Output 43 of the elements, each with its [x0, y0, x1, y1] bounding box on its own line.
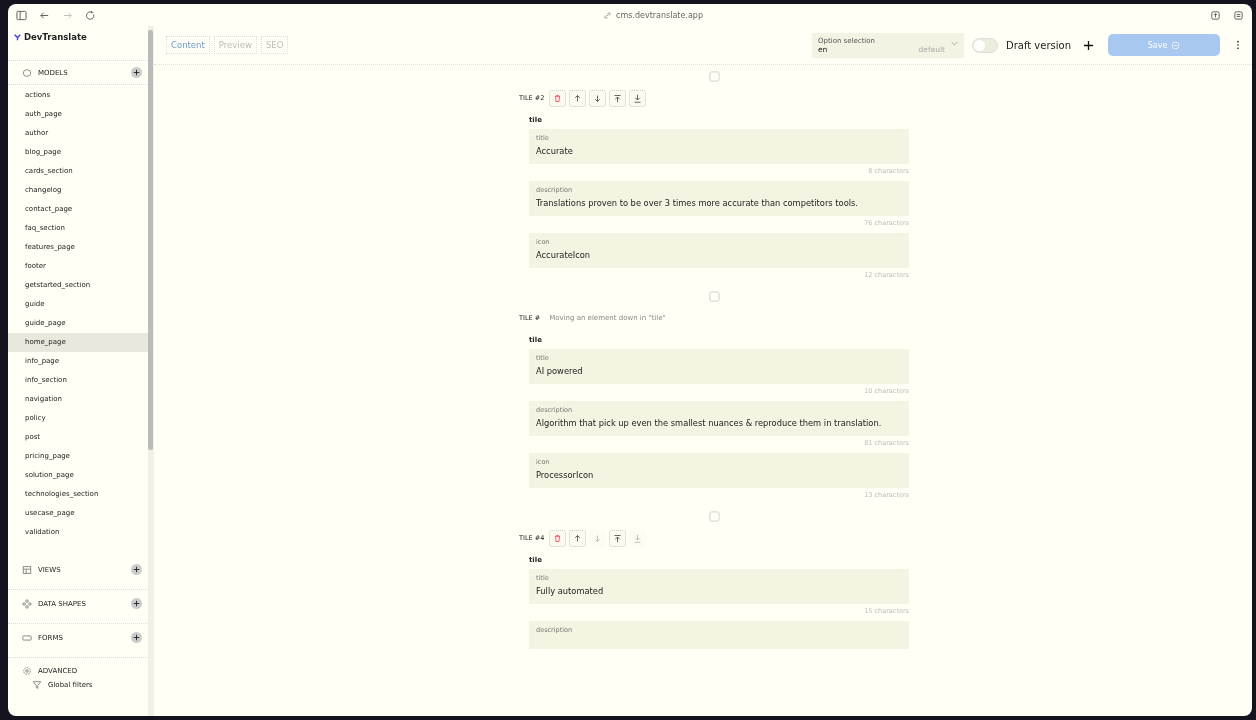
- add-icon[interactable]: [131, 564, 142, 575]
- sidebar-toggle-icon[interactable]: [16, 9, 27, 21]
- add-icon[interactable]: [131, 598, 142, 609]
- move-button[interactable]: [569, 529, 587, 547]
- arrow-icon: [593, 93, 603, 103]
- reload-icon[interactable]: [85, 9, 96, 21]
- nodes-icon: [22, 598, 32, 609]
- delete-button[interactable]: [549, 529, 567, 547]
- brand-name: DevTranslate: [24, 32, 87, 42]
- add-icon[interactable]: [131, 67, 142, 78]
- plus-icon[interactable]: [1083, 39, 1094, 51]
- move-button[interactable]: [589, 89, 607, 107]
- sync-icon: [1171, 40, 1181, 50]
- trash-icon: [553, 93, 563, 103]
- trash-icon: [553, 533, 563, 543]
- draft-toggle[interactable]: [972, 37, 998, 53]
- link-icon: [603, 10, 612, 20]
- arrow-icon: [633, 93, 643, 103]
- move-button[interactable]: [629, 89, 647, 107]
- scrollbar-thumb[interactable]: [148, 30, 153, 450]
- toggle-label: Draft version: [1006, 39, 1071, 51]
- move-button[interactable]: [569, 89, 587, 107]
- arrow-icon: [633, 533, 643, 543]
- logo-icon: [14, 33, 21, 41]
- chevron-down-icon: [951, 40, 958, 46]
- arrow-icon: [613, 93, 623, 103]
- table-icon: [22, 564, 32, 575]
- more-icon[interactable]: [1236, 40, 1240, 50]
- tabs-icon[interactable]: [1233, 9, 1244, 21]
- arrow-icon: [593, 533, 603, 543]
- add-icon[interactable]: [131, 632, 142, 643]
- address-text[interactable]: cms.devtranslate.app: [616, 10, 703, 20]
- form-icon: [22, 632, 32, 643]
- arrow-icon: [573, 533, 583, 543]
- share-icon[interactable]: [1210, 9, 1221, 21]
- filter-icon: [32, 680, 42, 690]
- arrow-icon: [613, 533, 623, 543]
- delete-button[interactable]: [549, 89, 567, 107]
- arrow-icon: [573, 93, 583, 103]
- move-button[interactable]: [609, 89, 627, 107]
- move-button[interactable]: [609, 529, 627, 547]
- database-icon: [22, 67, 32, 78]
- settings-icon: [22, 666, 32, 676]
